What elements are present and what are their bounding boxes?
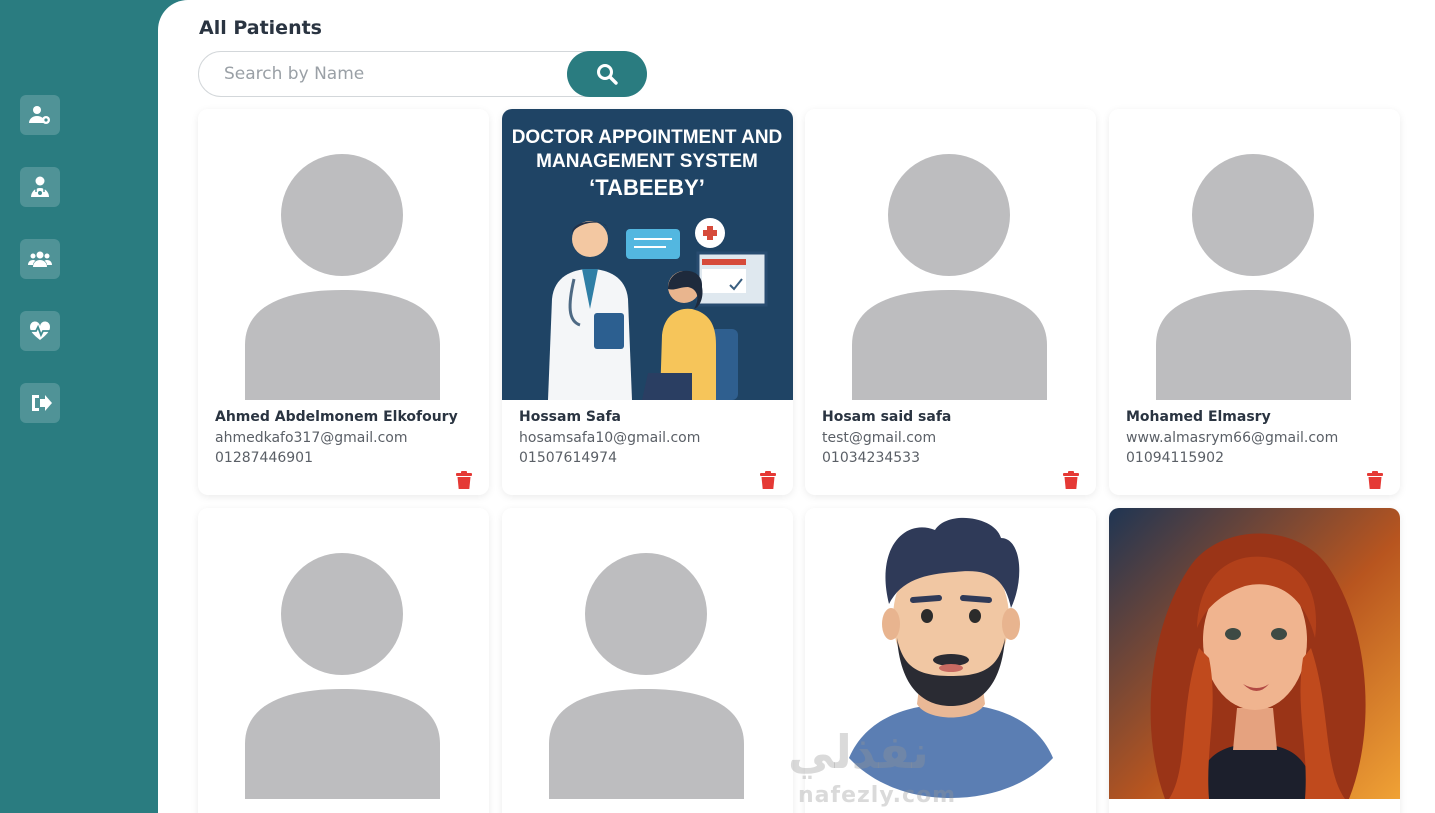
patient-card[interactable]: Mohamed Elmasry www.almasrym66@gmail.com… [1109,109,1400,495]
users-group-icon [28,251,52,267]
patient-phone: 01094115902 [1126,450,1224,466]
trash-icon[interactable] [759,471,777,489]
woman-portrait-avatar-image [1109,508,1400,799]
user-settings-icon [29,106,50,124]
patient-name: Mohamed Elmasry [1126,409,1271,425]
patient-card[interactable]: DOCTOR APPOINTMENT AND MANAGEMENT SYSTEM… [502,109,793,495]
default-avatar-icon [198,109,489,400]
patient-photo [502,508,793,799]
default-avatar-icon [502,508,793,799]
sidebar-item-user-settings[interactable] [20,95,60,135]
search-input[interactable] [199,52,569,96]
page-title: All Patients [199,17,322,39]
patient-name: Hossam Safa [519,409,621,425]
default-avatar-icon [198,508,489,799]
patient-name: Hosam said safa [822,409,952,425]
logout-icon [32,395,52,411]
patient-phone: 01287446901 [215,450,313,466]
bearded-man-avatar-image [805,508,1096,799]
patient-email: www.almasrym66@gmail.com [1126,430,1339,446]
patient-photo [805,508,1096,799]
patient-name: Ahmed Abdelmonem Elkofoury [215,409,458,425]
patient-photo [1109,508,1400,799]
patient-email: hosamsafa10@gmail.com [519,430,701,446]
default-avatar-icon [1109,109,1400,400]
heartbeat-icon [29,321,51,340]
sidebar [0,0,158,813]
patient-photo [198,508,489,799]
patient-card[interactable] [1109,508,1400,813]
search-button[interactable] [567,51,647,97]
banner-line-3: ‘TABEEBY’ [589,175,705,200]
patient-card[interactable] [805,508,1096,813]
patient-email: ahmedkafo317@gmail.com [215,430,408,446]
trash-icon[interactable] [455,471,473,489]
patient-email: test@gmail.com [822,430,937,446]
doctor-icon [31,176,49,197]
patient-photo: DOCTOR APPOINTMENT AND MANAGEMENT SYSTEM… [502,109,793,400]
search-bar [198,51,647,97]
banner-line-2: MANAGEMENT SYSTEM [536,151,758,172]
search-icon [597,64,618,85]
sidebar-item-doctors[interactable] [20,167,60,207]
trash-icon[interactable] [1366,471,1384,489]
patient-phone: 01034234533 [822,450,920,466]
doctor-appointment-banner-image: DOCTOR APPOINTMENT AND MANAGEMENT SYSTEM… [502,109,793,400]
patient-card[interactable] [198,508,489,813]
trash-icon[interactable] [1062,471,1080,489]
patient-phone: 01507614974 [519,450,617,466]
patient-photo [805,109,1096,400]
patient-card[interactable] [502,508,793,813]
main-content: All Patients Ahmed Abdelmonem Elkofoury … [158,0,1435,813]
sidebar-item-logout[interactable] [20,383,60,423]
patient-photo [198,109,489,400]
patient-card[interactable]: Hosam said safa test@gmail.com 010342345… [805,109,1096,495]
sidebar-item-patients[interactable] [20,239,60,279]
patient-photo [1109,109,1400,400]
patient-card[interactable]: Ahmed Abdelmonem Elkofoury ahmedkafo317@… [198,109,489,495]
default-avatar-icon [805,109,1096,400]
sidebar-item-health[interactable] [20,311,60,351]
banner-line-1: DOCTOR APPOINTMENT AND [512,127,783,148]
